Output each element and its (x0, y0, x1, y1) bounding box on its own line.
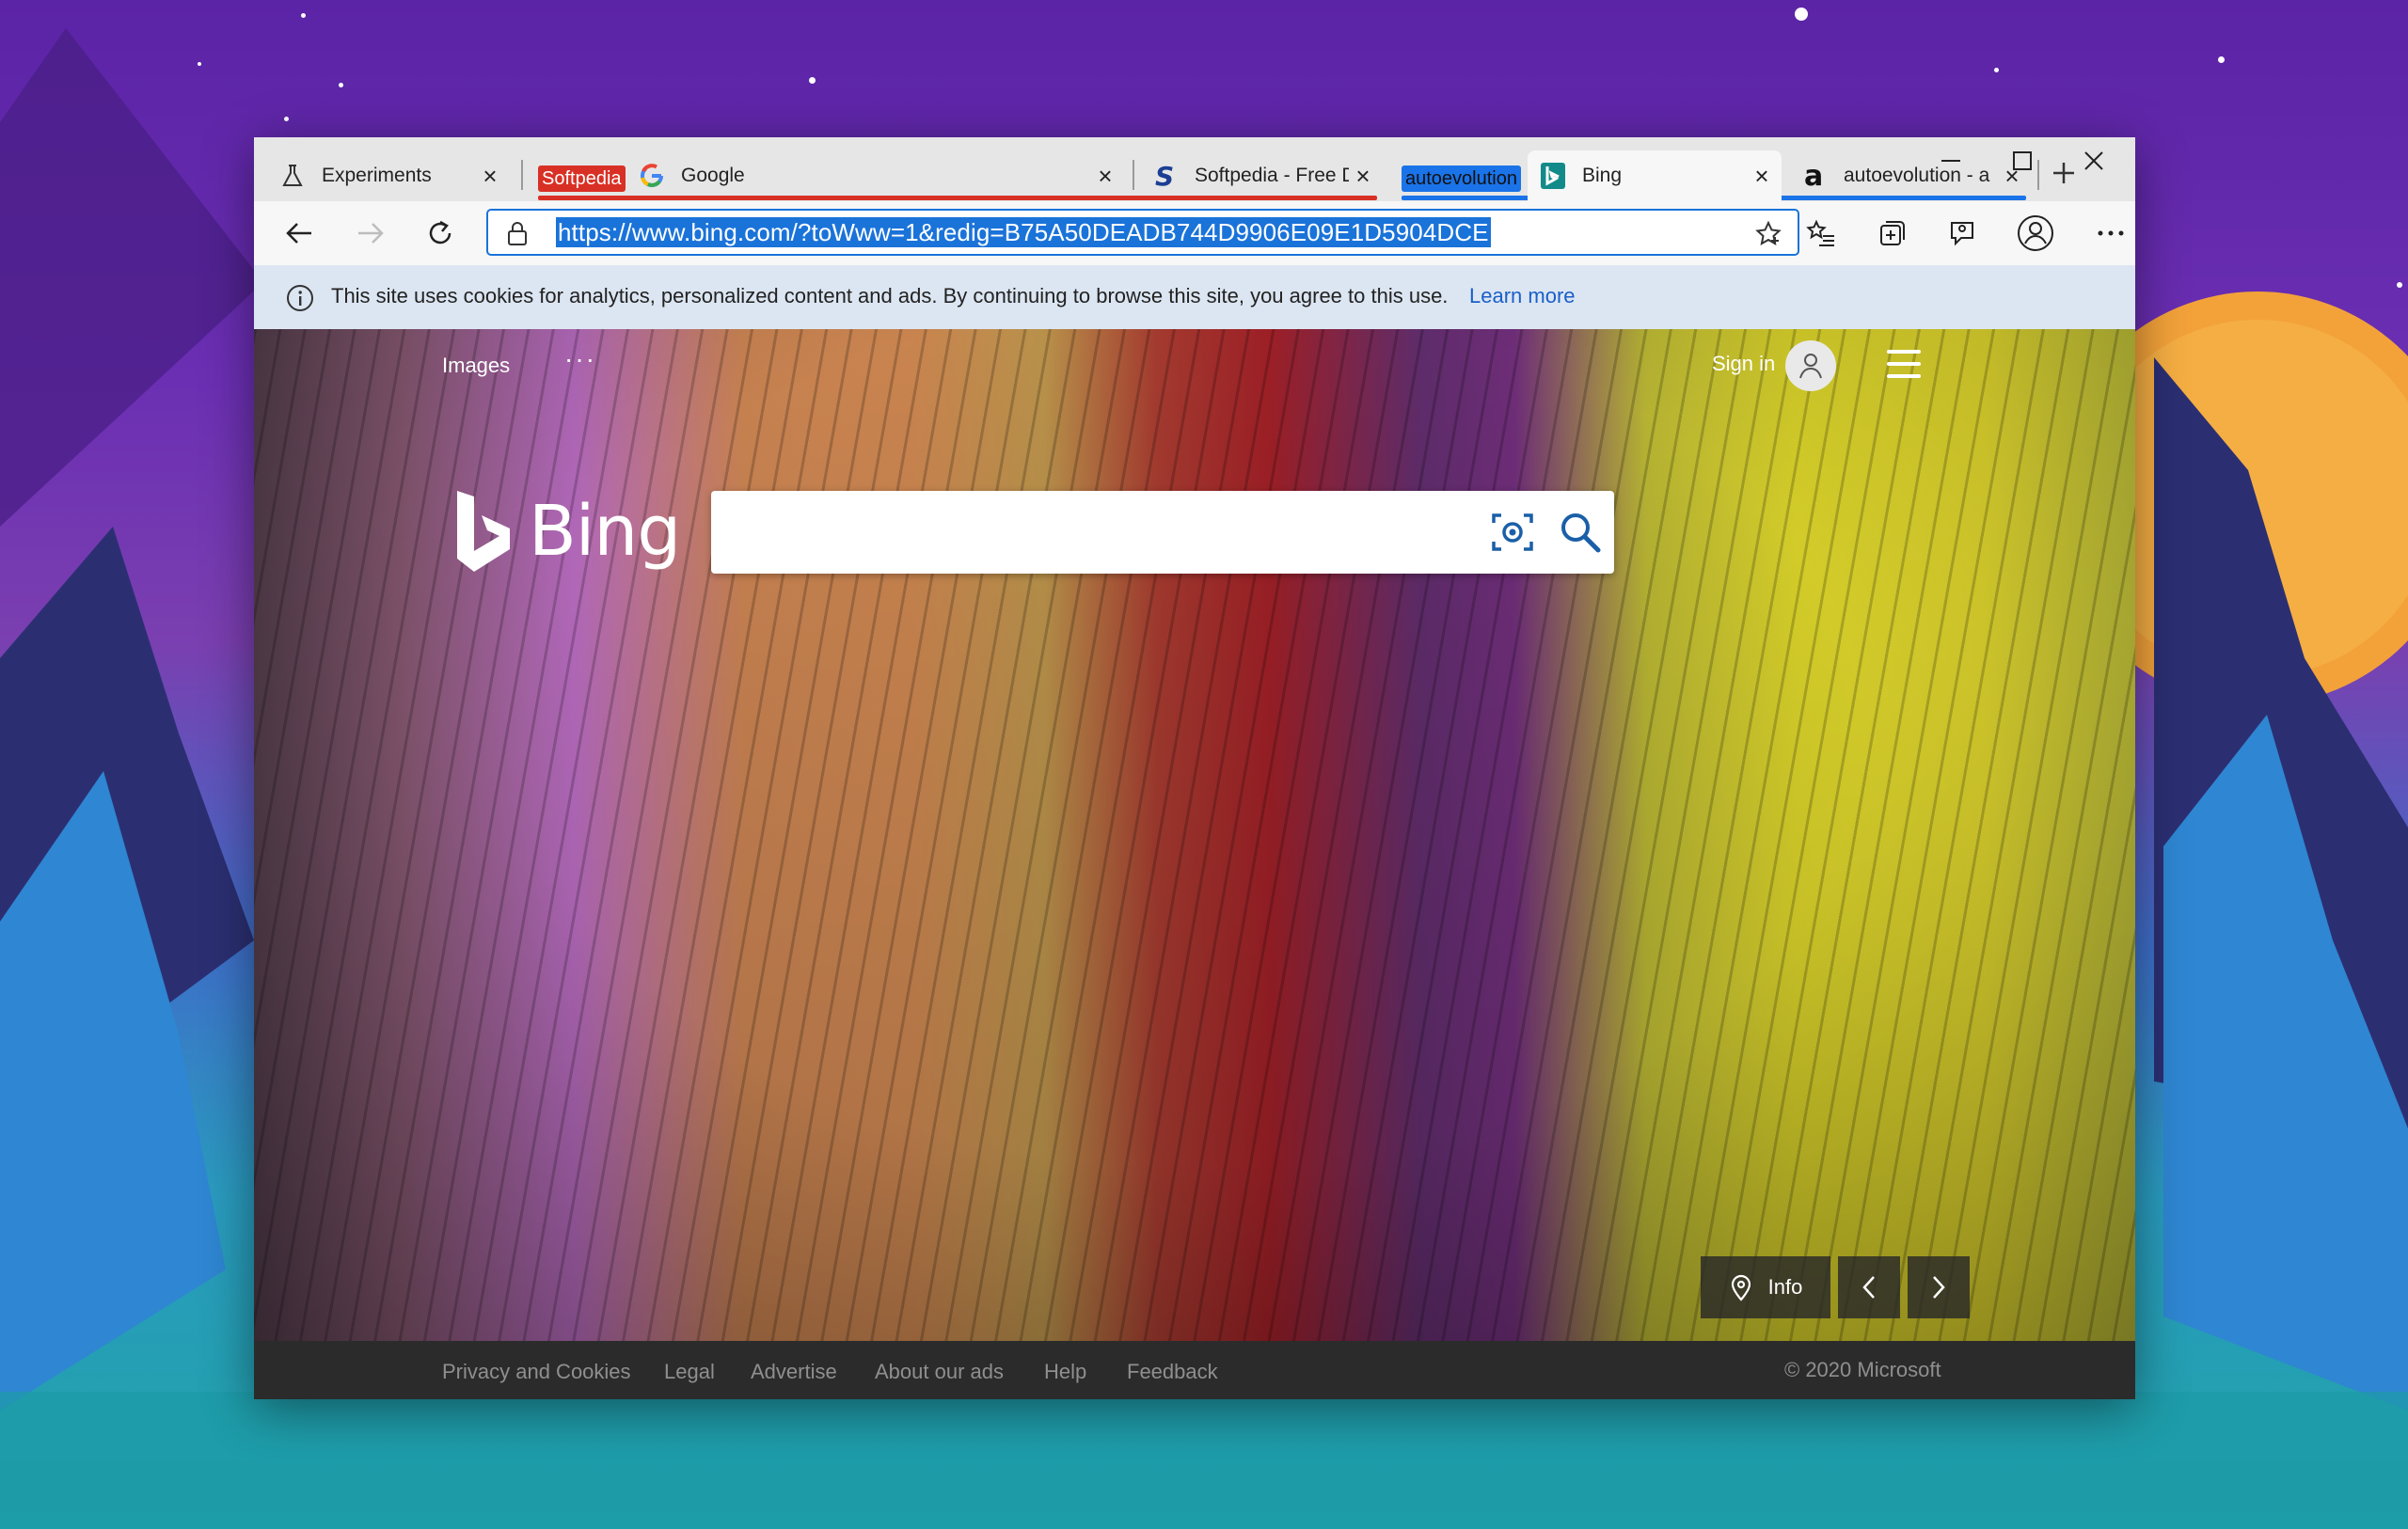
bing-logo[interactable]: Bing (452, 489, 681, 574)
tab-bing[interactable]: Bing × (1528, 150, 1782, 201)
learn-more-link[interactable]: Learn more (1469, 284, 1576, 308)
tab-separator (1133, 160, 1134, 190)
footer-link-feedback[interactable]: Feedback (1127, 1360, 1218, 1384)
copyright-text: © 2020 Microsoft (1784, 1358, 1941, 1381)
info-label: Info (1767, 1275, 1803, 1299)
close-tab-icon[interactable]: × (1349, 162, 1377, 190)
image-info-controls: Info (1701, 1256, 1970, 1318)
maximize-button[interactable] (1987, 137, 2058, 184)
refresh-button[interactable] (418, 211, 463, 256)
bing-wordmark: Bing (529, 491, 681, 572)
address-bar[interactable]: https://www.bing.com/?toWww=1&redig=B75A… (486, 209, 1799, 256)
feedback-button[interactable] (1940, 211, 1985, 256)
images-link[interactable]: Images (442, 354, 510, 378)
lock-icon[interactable] (507, 220, 528, 251)
settings-menu-button[interactable] (2088, 211, 2133, 256)
bing-icon (1539, 162, 1567, 190)
tab-separator (521, 160, 523, 190)
close-tab-icon[interactable]: × (476, 162, 504, 190)
info-icon (286, 284, 314, 317)
url-text[interactable]: https://www.bing.com/?toWww=1&redig=B75A… (556, 217, 1491, 247)
tab-group-label-autoevolution[interactable]: autoevolution (1402, 166, 1521, 192)
visual-search-icon[interactable] (1490, 510, 1535, 555)
google-icon (638, 162, 666, 190)
svg-text:S: S (1155, 163, 1174, 189)
close-window-button[interactable] (2058, 137, 2130, 184)
footer-link-about-ads[interactable]: About our ads (875, 1360, 1004, 1384)
footer-link-legal[interactable]: Legal (664, 1360, 715, 1384)
tab-label: Experiments (322, 165, 432, 186)
next-image-button[interactable] (1908, 1256, 1970, 1318)
close-tab-icon[interactable]: × (1748, 162, 1776, 190)
tab-label: Bing (1582, 165, 1623, 186)
tab-google[interactable]: Google × (626, 150, 1125, 201)
favorites-button[interactable] (1798, 211, 1844, 256)
forward-button[interactable] (348, 211, 393, 256)
previous-image-button[interactable] (1838, 1256, 1900, 1318)
location-pin-icon (1731, 1274, 1751, 1301)
cookie-notice-text: This site uses cookies for analytics, pe… (331, 284, 1449, 307)
footer-link-help[interactable]: Help (1044, 1360, 1086, 1384)
sign-in-link[interactable]: Sign in (1712, 352, 1775, 376)
tab-experiments[interactable]: Experiments × (267, 150, 510, 201)
collections-button[interactable] (1870, 211, 1915, 256)
search-icon[interactable] (1558, 510, 1603, 555)
close-tab-icon[interactable]: × (1091, 162, 1119, 190)
bing-homepage: Images ··· Sign in Bing Info (254, 329, 2135, 1341)
softpedia-icon: S (1151, 162, 1180, 190)
more-menu-button[interactable]: ··· (564, 344, 596, 374)
avatar[interactable] (1785, 340, 1836, 391)
cookie-notice-bar: This site uses cookies for analytics, pe… (254, 265, 2135, 329)
flask-icon (278, 162, 307, 190)
chevron-left-icon (1862, 1276, 1875, 1299)
footer-link-advertise[interactable]: Advertise (751, 1360, 837, 1384)
footer-link-privacy[interactable]: Privacy and Cookies (442, 1360, 631, 1384)
autoevolution-icon: a (1800, 162, 1829, 190)
tab-strip: Experiments × Softpedia Google × S Softp… (254, 137, 2135, 201)
hamburger-menu-icon[interactable] (1887, 350, 1921, 378)
svg-text:a: a (1804, 163, 1823, 189)
bing-b-icon (457, 491, 510, 572)
image-info-button[interactable]: Info (1701, 1256, 1830, 1318)
profile-button[interactable] (2013, 211, 2058, 256)
search-input[interactable] (730, 504, 1467, 562)
browser-window: Experiments × Softpedia Google × S Softp… (254, 137, 2135, 1399)
tab-label: Google (681, 165, 745, 186)
chevron-right-icon (1933, 1276, 1945, 1299)
tab-label: Softpedia - Free D (1195, 165, 1349, 186)
search-box (711, 491, 1614, 574)
browser-toolbar: https://www.bing.com/?toWww=1&redig=B75A… (254, 201, 2135, 265)
favorite-star-icon[interactable] (1754, 220, 1782, 253)
tab-group-label-softpedia[interactable]: Softpedia (538, 166, 626, 192)
back-button[interactable] (277, 211, 322, 256)
minimize-button[interactable] (1915, 137, 1987, 184)
page-footer: Privacy and Cookies Legal Advertise Abou… (254, 1341, 2135, 1399)
tab-softpedia[interactable]: S Softpedia - Free D × (1140, 150, 1383, 201)
background-vignette (254, 329, 2135, 1341)
